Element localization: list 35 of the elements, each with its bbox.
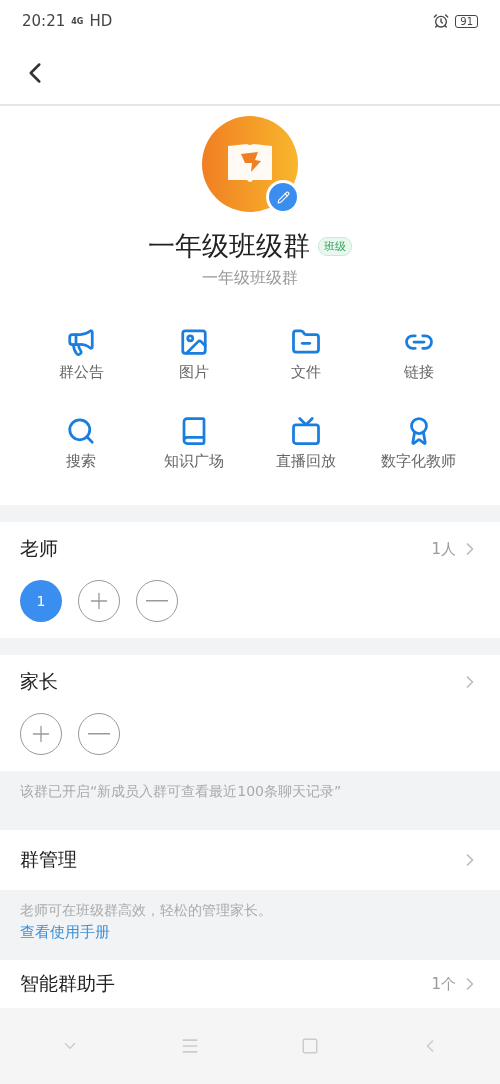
remove-button[interactable] <box>78 713 120 755</box>
assistant-count: 1个 <box>431 974 456 994</box>
add-button[interactable] <box>78 580 120 622</box>
search-icon[interactable] <box>66 416 97 446</box>
action-label[interactable]: 数字化教师 <box>381 452 457 471</box>
network-label: 4G <box>71 16 84 26</box>
action-label[interactable]: 搜索 <box>66 452 97 471</box>
group-subtitle: 一年级班级群 <box>202 268 298 289</box>
minus-icon <box>146 600 168 602</box>
image-icon[interactable] <box>178 327 209 357</box>
tv-icon[interactable] <box>291 416 322 446</box>
section-title[interactable]: 群管理 <box>20 847 77 873</box>
history-notice: 该群已开启“新成员入群可查看最近100条聊天记录” <box>19 782 343 801</box>
action-label[interactable]: 知识广场 <box>163 452 224 471</box>
battery-level: 91 <box>455 14 478 28</box>
alarm-icon <box>433 13 450 29</box>
action-label[interactable]: 直播回放 <box>276 452 337 471</box>
action-label[interactable]: 群公告 <box>58 363 104 382</box>
hd-label: HD <box>89 12 113 30</box>
clock-time: 20:21 <box>22 12 66 30</box>
manual-link[interactable]: 查看使用手册 <box>20 923 110 942</box>
member-avatar[interactable]: 1 <box>20 580 62 622</box>
section-title: 家长 <box>20 669 58 694</box>
section-title[interactable]: 智能群助手 <box>20 971 115 997</box>
megaphone-icon[interactable] <box>66 327 97 357</box>
action-label[interactable]: 链接 <box>403 363 434 382</box>
action-label[interactable]: 文件 <box>291 363 322 382</box>
section-title: 老师 <box>20 536 58 561</box>
minus-icon <box>88 733 110 735</box>
management-description: 老师可在班级群高效，轻松的管理家长。 <box>20 902 273 920</box>
group-name: 一年级班级群 <box>148 229 310 263</box>
group-tag: 班级 <box>318 236 352 256</box>
add-button[interactable] <box>20 713 62 755</box>
remove-button[interactable] <box>136 580 178 622</box>
action-label[interactable]: 图片 <box>178 363 209 382</box>
